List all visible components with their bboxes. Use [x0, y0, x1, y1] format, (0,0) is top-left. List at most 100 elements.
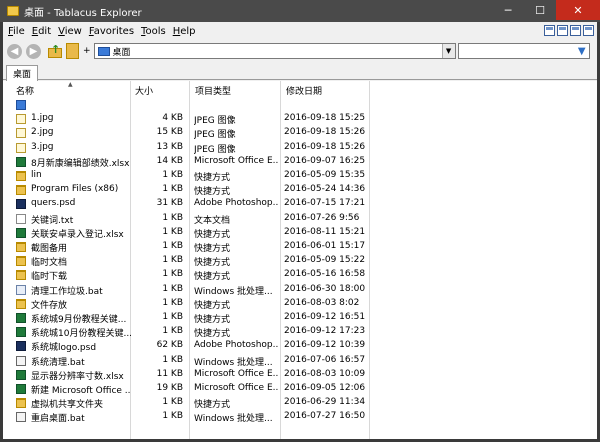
file-name: 关键词.txt — [31, 215, 74, 226]
file-type: Windows 批处理... — [194, 357, 273, 368]
maximize-icon[interactable]: ☐ — [524, 0, 556, 20]
up-folder-icon[interactable]: ↑ — [47, 43, 63, 59]
file-date: 2016-06-29 11:34 — [284, 397, 366, 408]
file-type: 快捷方式 — [194, 244, 231, 254]
file-list[interactable]: ▲ 名称 大小 项目类型 修改日期 1.jpg 4 KB JPEG 图像 2016-0… — [3, 81, 597, 439]
table-row[interactable]: 3.jpg 13 KB JPEG 图像 2016-09-18 15:26 — [3, 141, 369, 155]
table-row[interactable]: 1.jpg 4 KB JPEG 图像 2016-09-18 15:25 — [3, 112, 369, 126]
file-date: 2016-08-11 15:21 — [284, 226, 366, 237]
plus-icon[interactable]: + — [83, 46, 91, 56]
file-name: 重启桌面.bat — [31, 414, 85, 425]
psd-icon — [16, 199, 26, 210]
tab-strip: 桌面 — [3, 62, 597, 81]
file-name: 系统清理.bat — [31, 357, 85, 368]
table-row[interactable]: 8月新康编辑部绩效.xlsx 14 KB Microsoft Office E...… — [3, 155, 369, 169]
folder-icon — [16, 298, 26, 309]
layout-horizontal-icon[interactable] — [557, 25, 568, 36]
file-type: JPEG 图像 — [194, 130, 236, 141]
file-name: 清理工作垃圾.bat — [31, 286, 103, 297]
file-type: JPEG 图像 — [194, 116, 236, 127]
menu-file[interactable]: File — [8, 26, 25, 37]
table-row[interactable]: lin 1 KB 快捷方式 2016-05-09 15:35 — [3, 169, 369, 183]
file-type: 快捷方式 — [194, 315, 231, 325]
file-date: 2016-07-06 16:57 — [284, 354, 366, 365]
file-size: 4 KB — [162, 113, 183, 124]
file-date: 2016-05-09 15:35 — [284, 170, 366, 180]
filter-icon[interactable]: ▼ — [578, 46, 586, 57]
file-name: Program Files (x86) — [31, 184, 119, 195]
search-input[interactable]: ▼ — [457, 43, 590, 59]
header-type[interactable]: 项目类型 — [195, 84, 231, 97]
back-arrow-icon[interactable]: ◀ — [7, 43, 22, 59]
folder-icon — [16, 270, 26, 281]
menu-favorites[interactable]: Favorites — [89, 26, 134, 37]
menu-tools[interactable]: Tools — [141, 26, 166, 37]
file-name: 截图备用 — [31, 244, 68, 254]
table-row[interactable]: 系统清理.bat 1 KB Windows 批处理... 2016-07-06 16:… — [3, 354, 369, 368]
xlsx-icon — [16, 384, 26, 394]
file-size: 1 KB — [162, 297, 183, 308]
table-row[interactable]: 虚拟机共享文件夹 1 KB 快捷方式 2016-06-29 11:34 — [3, 396, 369, 410]
table-row[interactable]: 2.jpg 15 KB JPEG 图像 2016-09-18 15:26 — [3, 126, 369, 140]
table-row[interactable]: 关联安卓录入登记.xlsx 1 KB 快捷方式 2016-08-11 15:21 — [3, 226, 369, 240]
table-row[interactable]: 临时下载 1 KB 快捷方式 2016-05-16 16:58 — [3, 268, 369, 282]
folder-icon — [16, 398, 26, 409]
table-row[interactable]: 系统城9月份教程关键... 1 KB 快捷方式 2016-09-12 16:51 — [3, 311, 369, 325]
file-name: 新建 Microsoft Office ... — [31, 386, 131, 396]
file-size: 1 KB — [162, 184, 183, 195]
file-size: 1 KB — [162, 283, 183, 294]
header-name[interactable]: 名称 — [16, 84, 34, 97]
table-row[interactable]: quers.psd 31 KB Adobe Photoshop... 2016-07-… — [3, 197, 369, 211]
layout-quad-icon[interactable] — [583, 25, 594, 36]
file-type: 快捷方式 — [194, 173, 231, 183]
file-type: 快捷方式 — [194, 272, 231, 283]
layout-vertical-icon[interactable] — [570, 25, 581, 36]
table-row[interactable]: 显示器分辨率寸数.xlsx 11 KB Microsoft Office E... 2… — [3, 368, 369, 382]
file-size: 1 KB — [162, 212, 183, 223]
address-input[interactable]: 桌面 ▼ — [93, 43, 456, 59]
file-size: 1 KB — [162, 411, 183, 422]
table-row[interactable]: Program Files (x86) 1 KB 快捷方式 2016-05-24 14… — [3, 183, 369, 197]
table-row[interactable]: 临时文档 1 KB 快捷方式 2016-05-09 15:22 — [3, 254, 369, 268]
header-date[interactable]: 修改日期 — [286, 84, 322, 97]
table-row[interactable]: 关键词.txt 1 KB 文本文档 2016-07-26 9:56 — [3, 212, 369, 226]
table-row[interactable]: 文件存放 1 KB 快捷方式 2016-08-03 8:02 — [3, 297, 369, 311]
close-icon[interactable]: ✕ — [556, 0, 600, 20]
menu-edit[interactable]: Edit — [32, 26, 51, 37]
layout-single-icon[interactable] — [544, 25, 555, 36]
menu-view[interactable]: View — [58, 26, 82, 37]
menu-help[interactable]: Help — [173, 26, 196, 37]
table-row[interactable]: 截图备用 1 KB 快捷方式 2016-06-01 15:17 — [3, 240, 369, 254]
column-divider[interactable] — [369, 81, 370, 439]
table-row[interactable]: 新建 Microsoft Office ... 19 KB Microsoft Of… — [3, 382, 369, 396]
chevron-down-icon[interactable]: ▼ — [441, 44, 455, 58]
xlsx-icon — [16, 327, 26, 338]
folder-icon — [16, 256, 26, 267]
file-date: 2016-07-27 16:50 — [284, 411, 366, 422]
table-row[interactable]: 清理工作垃圾.bat 1 KB Windows 批处理... 2016-06-30 1… — [3, 283, 369, 297]
file-type: Adobe Photoshop... — [194, 340, 278, 351]
title-bar: 桌面 - Tablacus Explorer ─ ☐ ✕ — [0, 0, 600, 22]
file-type: JPEG 图像 — [194, 144, 236, 155]
table-row[interactable]: 系统城10月份教程关键... 1 KB 快捷方式 2016-09-12 17:23 — [3, 325, 369, 339]
table-row[interactable]: 重启桌面.bat 1 KB Windows 批处理... 2016-07-27 16:… — [3, 410, 369, 424]
explorer-window: File Edit View Favorites Tools Help ◀ ▶ … — [3, 22, 597, 439]
file-name: 临时下载 — [31, 272, 68, 283]
jpg-icon — [16, 114, 26, 125]
file-size: 14 KB — [156, 155, 183, 166]
file-name: lin — [31, 170, 42, 180]
file-date: 2016-05-24 14:36 — [284, 184, 366, 195]
file-date: 2016-05-09 15:22 — [284, 255, 366, 266]
table-row[interactable] — [3, 98, 369, 112]
header-size[interactable]: 大小 — [135, 84, 153, 97]
tab-desktop[interactable]: 桌面 — [6, 65, 38, 81]
file-date: 2016-07-15 17:21 — [284, 198, 366, 209]
forward-arrow-icon[interactable]: ▶ — [26, 43, 41, 59]
minimize-icon[interactable]: ─ — [492, 0, 524, 20]
file-name: 8月新康编辑部绩效.xlsx — [31, 158, 130, 169]
xlsx-icon — [16, 369, 26, 380]
folders-icon[interactable] — [66, 43, 79, 59]
app-folder-icon — [7, 6, 19, 16]
table-row[interactable]: 系统城logo.psd 62 KB Adobe Photoshop... 2016-0… — [3, 339, 369, 353]
bat-icon — [16, 412, 26, 423]
